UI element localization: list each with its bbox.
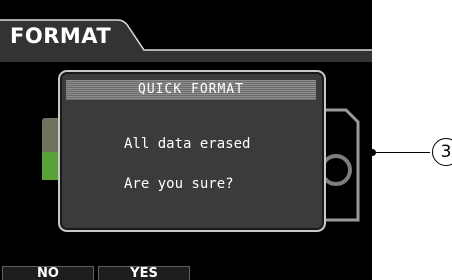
- dialog-message-confirm: Are you sure?: [124, 176, 234, 192]
- dialog-title: QUICK FORMAT: [138, 82, 244, 97]
- callout-dot: [369, 149, 376, 156]
- callout-number: 3: [432, 138, 452, 166]
- device-screen: FORMAT QUICK FORMAT All data erased Are …: [0, 0, 372, 280]
- yes-button[interactable]: YES: [98, 266, 190, 280]
- dialog-titlebar: QUICK FORMAT: [66, 80, 316, 100]
- dialog-message-erase: All data erased: [124, 136, 251, 152]
- screen-title: FORMAT: [10, 24, 112, 48]
- yes-button-label: YES: [130, 266, 158, 280]
- callout-line: [368, 152, 430, 153]
- no-button[interactable]: NO: [2, 266, 94, 280]
- quick-format-dialog: QUICK FORMAT All data erased Are you sur…: [58, 70, 326, 232]
- no-button-label: NO: [37, 266, 59, 280]
